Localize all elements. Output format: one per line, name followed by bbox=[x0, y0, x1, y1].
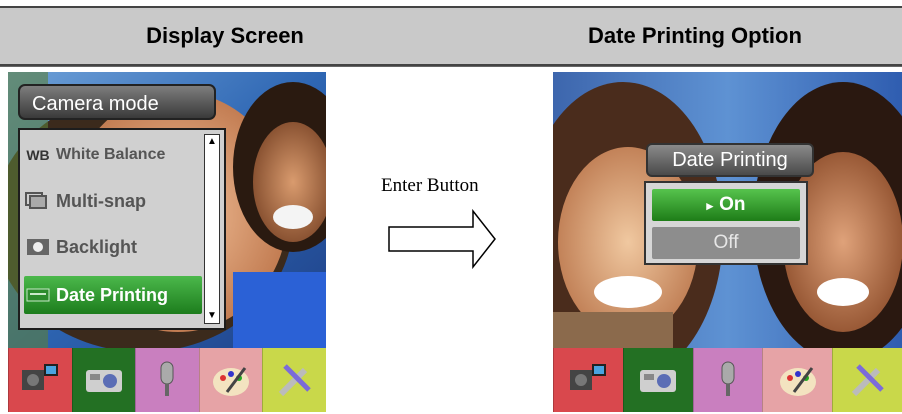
menu-scrollbar[interactable]: ▲ ▼ bbox=[204, 134, 220, 324]
backlight-icon bbox=[24, 237, 52, 257]
display-screen: Camera mode WB White Balance Multi-snap … bbox=[8, 72, 326, 414]
menu-item-label: Multi-snap bbox=[56, 190, 146, 211]
selected-marker-icon: ▸ bbox=[706, 198, 714, 213]
effects-mode-tile[interactable] bbox=[198, 348, 263, 412]
microphone-icon bbox=[721, 361, 735, 396]
date-printing-dialog-title: Date Printing bbox=[646, 143, 814, 177]
camera-mode-tile[interactable] bbox=[622, 348, 693, 412]
tools-icon bbox=[278, 364, 311, 397]
microphone-icon bbox=[160, 361, 174, 396]
menu-list: WB White Balance Multi-snap Backlight Da… bbox=[18, 128, 226, 330]
date-printing-options: ▸ On Off bbox=[644, 181, 808, 265]
setup-mode-tile[interactable] bbox=[832, 348, 902, 412]
scroll-up-icon[interactable]: ▲ bbox=[205, 135, 219, 149]
still-camera-icon bbox=[640, 370, 677, 392]
menu-item-label: Date Printing bbox=[56, 284, 169, 305]
option-off[interactable]: Off bbox=[652, 227, 800, 259]
scroll-down-icon[interactable]: ▼ bbox=[205, 309, 219, 323]
effects-mode-tile[interactable] bbox=[762, 348, 833, 412]
video-camera-icon bbox=[570, 364, 607, 390]
mode-icon-bar bbox=[553, 348, 902, 412]
palette-icon bbox=[213, 367, 250, 396]
option-on[interactable]: ▸ On bbox=[652, 189, 800, 221]
multi-snap-icon bbox=[24, 191, 52, 211]
video-mode-tile[interactable] bbox=[553, 348, 623, 412]
wb-icon: WB bbox=[26, 147, 50, 163]
palette-icon bbox=[779, 367, 816, 396]
menu-item-white-balance[interactable]: WB White Balance bbox=[24, 136, 202, 174]
menu-item-label: Backlight bbox=[56, 236, 138, 257]
menu-item-multi-snap[interactable]: Multi-snap bbox=[24, 182, 202, 220]
tools-icon bbox=[851, 364, 884, 397]
enter-button-label: Enter Button bbox=[381, 175, 479, 196]
table-header: Display Screen Date Printing Option bbox=[0, 6, 902, 66]
menu-title: Camera mode bbox=[18, 84, 216, 120]
header-divider bbox=[0, 66, 902, 67]
mode-icon-bar bbox=[8, 348, 326, 412]
menu-item-date-printing[interactable]: Date Printing bbox=[24, 276, 202, 314]
video-camera-icon bbox=[22, 364, 59, 390]
voice-mode-tile[interactable] bbox=[135, 348, 199, 412]
right-arrow-icon bbox=[388, 208, 496, 270]
date-printing-option-heading: Date Printing Option bbox=[588, 23, 802, 48]
date-printing-icon bbox=[24, 285, 52, 305]
display-screen-heading: Display Screen bbox=[146, 23, 304, 48]
setup-mode-tile[interactable] bbox=[262, 348, 326, 412]
camera-mode-tile[interactable] bbox=[71, 348, 136, 412]
option-label: Off bbox=[713, 232, 739, 253]
menu-item-label: White Balance bbox=[56, 146, 166, 163]
menu-item-backlight[interactable]: Backlight bbox=[24, 228, 202, 266]
voice-mode-tile[interactable] bbox=[692, 348, 763, 412]
option-label: On bbox=[719, 194, 746, 215]
still-camera-icon bbox=[85, 370, 122, 392]
video-mode-tile[interactable] bbox=[8, 348, 72, 412]
